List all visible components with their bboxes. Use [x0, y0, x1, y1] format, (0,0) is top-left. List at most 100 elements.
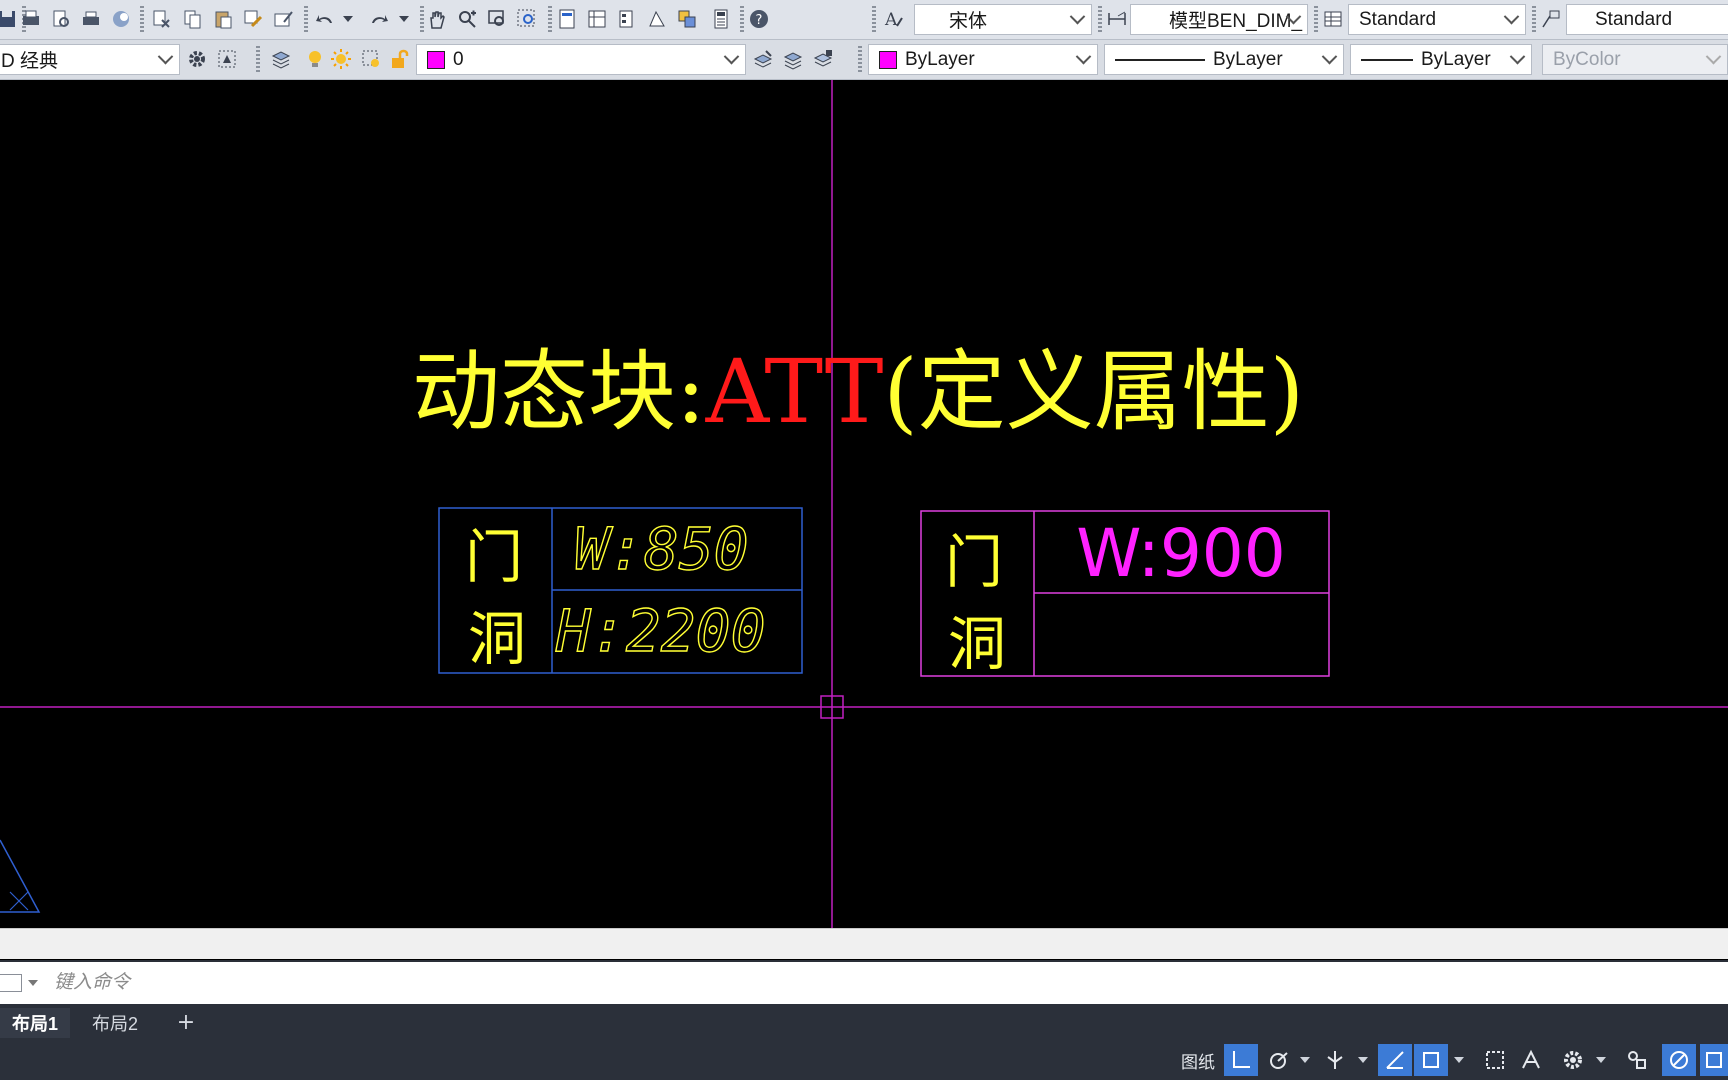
plot-style-control-select: ByColor — [1542, 44, 1728, 75]
block1-label-top: 门 — [465, 523, 523, 591]
command-prompt-icon[interactable] — [0, 974, 22, 992]
copy-icon[interactable] — [180, 6, 206, 32]
svg-text:A: A — [884, 10, 898, 30]
calculator-icon[interactable] — [708, 6, 734, 32]
command-input[interactable] — [52, 971, 1556, 995]
tool-palettes-icon[interactable] — [614, 6, 640, 32]
recent-commands-chevron-icon[interactable] — [28, 980, 38, 986]
layer-manager-icon[interactable] — [268, 46, 294, 72]
layers-toolbar: D 经典 0 ByLayer ByLayer ByLayer ByColor — [0, 40, 1728, 80]
drawing-title: 动态块:ATT(定义属性) — [412, 340, 1304, 443]
title-part-3: (定义属性) — [883, 340, 1304, 443]
layer-name-value: 0 — [453, 48, 464, 70]
object-snap-tracking-icon[interactable] — [1378, 1044, 1412, 1076]
door-block-2[interactable]: 门 洞 W:900 — [920, 510, 1330, 678]
polar-dropdown-icon[interactable] — [1296, 1044, 1314, 1076]
workspace-select[interactable]: D 经典 — [0, 44, 180, 75]
text-style-value: 宋体 — [949, 11, 988, 32]
annotation-visibility-icon[interactable] — [1514, 1044, 1548, 1076]
zoom-realtime-icon[interactable] — [454, 6, 480, 32]
dim-style-icon[interactable] — [1104, 6, 1130, 32]
color-swatch — [879, 50, 897, 69]
clean-screen-icon[interactable] — [1700, 1044, 1728, 1076]
drawing-svg[interactable]: 动态块:ATT(定义属性) 门 洞 W:850 H:2200 门 洞 W:900 — [0, 80, 1728, 928]
design-center-icon[interactable] — [584, 6, 610, 32]
undo-dropdown-icon[interactable] — [340, 6, 356, 32]
object-snap-dropdown-icon[interactable] — [1450, 1044, 1468, 1076]
isolate-objects-icon[interactable] — [1620, 1044, 1654, 1076]
tab-layout1[interactable]: 布局1 — [0, 1008, 71, 1038]
layer-on-bulb-icon[interactable] — [302, 46, 328, 72]
redo-icon[interactable] — [366, 6, 392, 32]
annotation-scale-icon[interactable] — [1478, 1044, 1512, 1076]
polar-tracking-icon[interactable] — [1262, 1044, 1296, 1076]
block2-width-attr[interactable]: W:900 — [1076, 515, 1286, 592]
lineweight-preview — [1361, 58, 1413, 61]
workspace-switch-gear-icon[interactable] — [1556, 1044, 1590, 1076]
layer-thaw-sun-icon[interactable] — [328, 46, 354, 72]
layer-unlock-icon[interactable] — [386, 46, 412, 72]
command-history-bar — [0, 928, 1728, 959]
paste-icon[interactable] — [210, 6, 236, 32]
table-style-icon[interactable] — [1320, 6, 1346, 32]
block1-width-attr[interactable]: W:850 — [573, 514, 749, 583]
publish-icon[interactable] — [78, 6, 104, 32]
properties-icon[interactable] — [554, 6, 580, 32]
command-line — [0, 960, 1728, 1004]
paper-space-toggle[interactable]: 图纸 — [1176, 1044, 1220, 1076]
svg-text:?: ? — [756, 13, 763, 28]
undo-icon[interactable] — [312, 6, 338, 32]
text-style-select[interactable]: 宋体 — [914, 4, 1092, 35]
workspace-dropdown-icon[interactable] — [1592, 1044, 1610, 1076]
standard-toolbar: ? A 宋体 模型BEN_DIM_ Standard Standard — [0, 0, 1728, 40]
zoom-previous-icon[interactable] — [514, 6, 540, 32]
3d-dwf-icon[interactable] — [108, 6, 134, 32]
door-block-1[interactable]: 门 洞 W:850 H:2200 — [438, 507, 803, 674]
lineweight-control-select[interactable]: ByLayer — [1350, 44, 1532, 75]
sheet-set-icon[interactable] — [644, 6, 670, 32]
block-editor-icon[interactable] — [270, 6, 296, 32]
multileader-style-icon[interactable] — [1538, 6, 1564, 32]
hardware-acceleration-icon[interactable] — [1662, 1044, 1696, 1076]
table-style-value: Standard — [1359, 8, 1437, 30]
table-style-select[interactable]: Standard — [1348, 4, 1526, 35]
workspace-value: D 经典 — [1, 51, 59, 72]
linetype-value: ByLayer — [1213, 48, 1283, 70]
linetype-control-select[interactable]: ByLayer — [1104, 44, 1344, 75]
layer-previous-icon[interactable] — [780, 46, 806, 72]
color-control-select[interactable]: ByLayer — [868, 44, 1098, 75]
isodraft-icon[interactable] — [1318, 1044, 1352, 1076]
multileader-style-select[interactable]: Standard — [1566, 4, 1728, 35]
plot-preview-icon[interactable] — [48, 6, 74, 32]
object-snap-icon[interactable] — [1414, 1044, 1448, 1076]
text-style-icon[interactable]: A — [880, 6, 906, 32]
block1-label-bottom: 洞 — [468, 605, 526, 673]
ortho-icon[interactable] — [1224, 1044, 1258, 1076]
layer-properties-icon[interactable] — [214, 46, 240, 72]
plot-style-value: ByColor — [1553, 48, 1621, 70]
layer-viewport-icon[interactable] — [358, 46, 384, 72]
save-icon[interactable] — [0, 6, 20, 32]
block2-label-top: 门 — [945, 528, 1003, 596]
redo-dropdown-icon[interactable] — [396, 6, 412, 32]
zoom-window-icon[interactable] — [484, 6, 510, 32]
make-current-layer-icon[interactable] — [750, 46, 776, 72]
title-part-2: ATT — [705, 340, 884, 443]
tab-layout2[interactable]: 布局2 — [80, 1008, 150, 1038]
dim-style-select[interactable]: 模型BEN_DIM_ — [1130, 4, 1308, 35]
status-bar: 图纸 — [0, 1040, 1728, 1080]
pan-icon[interactable] — [424, 6, 450, 32]
markup-icon[interactable] — [674, 6, 700, 32]
help-icon[interactable]: ? — [746, 6, 772, 32]
model-canvas[interactable]: 动态块:ATT(定义属性) 门 洞 W:850 H:2200 门 洞 W:900 — [0, 80, 1728, 928]
layer-color-swatch — [427, 50, 445, 69]
plot-icon[interactable] — [18, 6, 44, 32]
layer-select[interactable]: 0 — [416, 44, 746, 75]
isodraft-dropdown-icon[interactable] — [1354, 1044, 1372, 1076]
add-layout-plus-icon[interactable]: + — [172, 1008, 200, 1036]
workspace-settings-icon[interactable] — [184, 46, 210, 72]
layer-state-icon[interactable] — [810, 46, 836, 72]
cut-icon[interactable] — [148, 6, 174, 32]
block1-height-attr[interactable]: H:2200 — [554, 596, 766, 665]
match-properties-icon[interactable] — [240, 6, 266, 32]
